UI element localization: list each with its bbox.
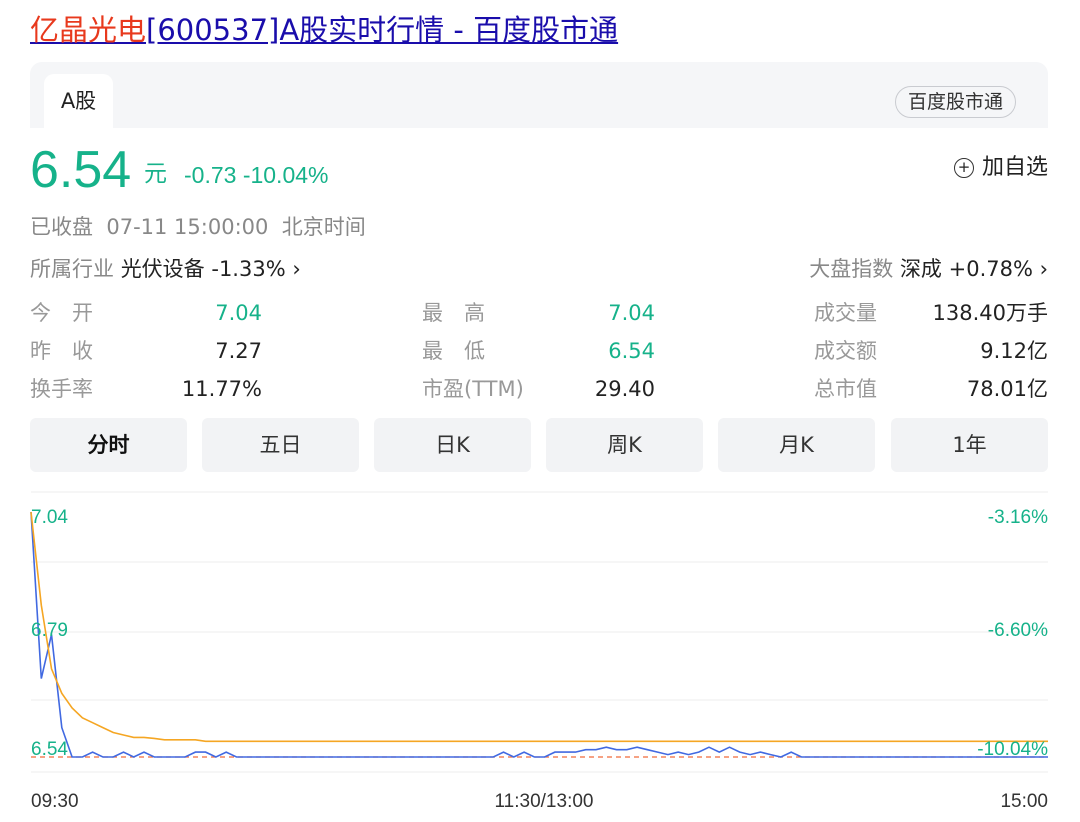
tab-daily-k[interactable]: 日K [374,418,531,472]
stock-card-header: A股 百度股市通 [30,62,1048,128]
tab-a-share[interactable]: A股 [44,74,113,128]
tab-one-year[interactable]: 1年 [891,418,1048,472]
industry-link[interactable]: 所属行业 光伏设备 -1.33% › [30,254,301,284]
price-change: -0.73 -10.04% [184,162,329,188]
high-label: 最 高 [422,301,485,325]
source-badge[interactable]: 百度股市通 [894,86,1016,118]
x-tick-label: 11:30/13:00 [494,791,594,812]
market-cap-value: 78.01亿 [966,377,1048,401]
tab-intraday[interactable]: 分时 [30,418,187,472]
current-price: 6.54 [30,141,132,199]
title-stock-name[interactable]: 亿晶光电 [30,13,146,47]
market-cap-label: 总市值 [814,377,877,401]
y-left-tick: 6.54 [31,739,68,760]
price-unit: 元 [144,161,167,187]
y-right-tick: -3.16% [987,507,1048,528]
market-index-link[interactable]: 大盘指数 深成 +0.78% › [809,254,1048,284]
industry-label: 所属行业 [30,257,114,281]
plus-circle-icon: + [953,158,974,178]
turnover-rate-value: 11.77% [181,377,262,401]
market-status: 已收盘 07-11 15:00:00 北京时间 [30,215,366,239]
high-value: 7.04 [608,301,655,325]
amount-label: 成交额 [814,339,877,363]
open-label: 今 开 [30,301,93,325]
tab-monthly-k[interactable]: 月K [718,418,875,472]
x-tick-label: 09:30 [31,791,79,812]
industry-value[interactable]: 光伏设备 -1.33% › [121,257,301,281]
period-tabs: 分时 五日 日K 周K 月K 1年 [30,418,1048,472]
y-left-tick: 7.04 [31,507,68,528]
average-series-line [30,511,1048,743]
market-index-label: 大盘指数 [809,257,894,281]
pe-value: 29.40 [594,377,655,401]
y-right-tick: -10.04% [977,739,1048,760]
y-left-tick: 6.79 [31,620,68,641]
y-right-tick: -6.60% [987,620,1048,641]
market-index-value[interactable]: 深成 +0.78% › [900,257,1048,281]
volume-label: 成交量 [814,301,877,325]
title-rest[interactable]: [600537]A股实时行情 - 百度股市通 [146,13,618,47]
prev-close-label: 昨 收 [30,339,93,363]
x-tick-label: 15:00 [1000,791,1048,812]
pe-label: 市盈(TTM) [422,377,524,401]
intraday-chart[interactable]: 7.04 6.79 6.54 -3.16% -6.60% -10.04% 09:… [0,480,1080,818]
tab-weekly-k[interactable]: 周K [546,418,703,472]
prev-close-value: 7.27 [215,339,262,363]
low-value: 6.54 [608,339,655,363]
add-watchlist-label: 加自选 [981,155,1048,180]
open-value: 7.04 [215,301,262,325]
add-watchlist-button[interactable]: + 加自选 [953,152,1048,184]
low-label: 最 低 [422,339,485,363]
intraday-chart-svg [30,491,1048,773]
turnover-rate-label: 换手率 [30,377,93,401]
amount-value: 9.12亿 [980,339,1048,363]
volume-value: 138.40万手 [932,301,1048,325]
price-series-line [30,511,1048,758]
page-title-link[interactable]: 亿晶光电[600537]A股实时行情 - 百度股市通 [30,10,618,50]
tab-five-day[interactable]: 五日 [202,418,359,472]
